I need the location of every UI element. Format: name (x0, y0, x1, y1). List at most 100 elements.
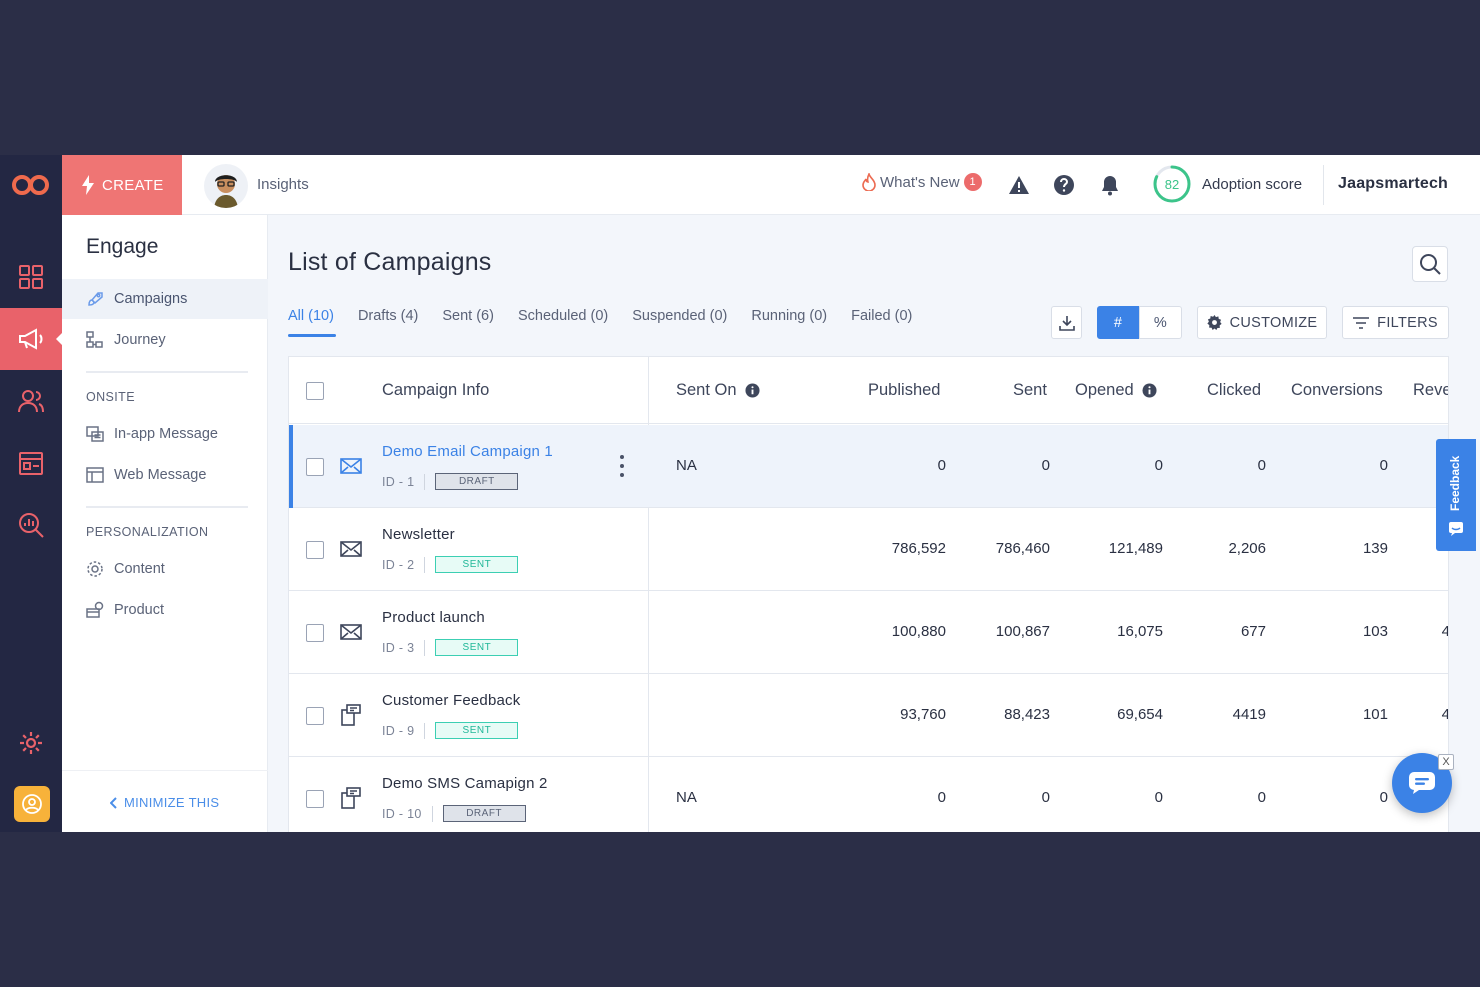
header-campaign-info[interactable]: Campaign Info (382, 381, 489, 400)
nav-item-web-message[interactable]: Web Message (62, 455, 268, 495)
notification-bell-icon[interactable] (1098, 173, 1122, 197)
cell-sent-on: NA (676, 789, 697, 806)
nav-item-label: In-app Message (114, 426, 218, 442)
header-label: Campaign Info (382, 381, 490, 399)
campaign-name[interactable]: Demo SMS Camapign 2 (382, 775, 548, 792)
percent-view-toggle[interactable]: % (1139, 306, 1182, 339)
product-box-icon (86, 601, 104, 618)
header-clicked[interactable]: Clicked (1207, 381, 1261, 400)
engage-nav-panel: Engage Campaigns Journey ONSITE In-app M… (62, 215, 268, 832)
adoption-score-ring[interactable]: 82 (1152, 164, 1192, 204)
filters-label: FILTERS (1377, 314, 1438, 331)
download-button[interactable] (1051, 306, 1082, 339)
chat-close-button[interactable]: X (1438, 754, 1454, 770)
table-row[interactable]: Newsletter ID - 2 SENT 786,592 786,460 1… (289, 508, 1448, 591)
help-question-icon[interactable] (1052, 173, 1076, 197)
tab-running[interactable]: Running (0) (751, 307, 827, 337)
tab-sent[interactable]: Sent (6) (442, 307, 494, 337)
customize-label: CUSTOMIZE (1229, 314, 1318, 331)
table-row[interactable]: Product launch ID - 3 SENT 100,880 100,8… (289, 591, 1448, 674)
campaign-name[interactable]: Product launch (382, 609, 485, 626)
brand-logo-icon[interactable] (0, 155, 62, 215)
alert-warning-icon[interactable] (1007, 173, 1031, 197)
tab-scheduled[interactable]: Scheduled (0) (518, 307, 608, 337)
users-icon[interactable] (0, 370, 62, 432)
campaign-name[interactable]: Newsletter (382, 526, 455, 543)
row-more-options-icon[interactable] (619, 455, 625, 477)
dashboard-icon[interactable] (0, 246, 62, 308)
search-button[interactable] (1412, 246, 1448, 282)
cell-published: 100,880 (891, 623, 946, 640)
info-icon (1142, 383, 1157, 398)
cell-conversions: 0 (1379, 789, 1388, 806)
header-opened[interactable]: Opened (1075, 381, 1157, 400)
table-row[interactable]: Demo Email Campaign 1 ID - 1 DRAFT NA 0 … (289, 425, 1448, 508)
header-sent[interactable]: Sent (1013, 381, 1047, 400)
nav-item-journey[interactable]: Journey (62, 320, 268, 360)
app-window: CREATE Insights What's New 1 82 Adoption… (0, 155, 1480, 832)
count-view-toggle[interactable]: # (1097, 306, 1139, 339)
header-label: Sent On (676, 381, 737, 399)
chat-window-icon (86, 426, 104, 442)
gear-content-icon (87, 561, 103, 577)
header-label: Clicked (1207, 381, 1262, 399)
settings-gear-icon[interactable] (0, 712, 62, 774)
tab-drafts[interactable]: Drafts (4) (358, 307, 418, 337)
table-row[interactable]: Customer Feedback ID - 9 SENT 93,760 88,… (289, 674, 1448, 757)
header-published[interactable]: Published (868, 381, 940, 400)
campaign-name-link[interactable]: Demo Email Campaign 1 (382, 443, 553, 460)
header-conversions[interactable]: Conversions (1291, 381, 1383, 400)
feedback-chat-icon (1449, 522, 1463, 536)
row-checkbox[interactable] (306, 790, 324, 808)
header-sent-on[interactable]: Sent On (676, 381, 760, 400)
tab-failed[interactable]: Failed (0) (851, 307, 912, 337)
flow-icon (86, 331, 103, 348)
minimize-nav-button[interactable]: MINIMIZE THIS (110, 795, 219, 810)
row-checkbox[interactable] (306, 458, 324, 476)
nav-title: Engage (86, 235, 159, 258)
row-checkbox[interactable] (306, 707, 324, 725)
tab-all[interactable]: All (10) (288, 307, 336, 337)
email-channel-icon (339, 454, 363, 478)
insights-link[interactable]: Insights (257, 176, 309, 193)
nav-separator (86, 506, 248, 508)
campaign-name[interactable]: Customer Feedback (382, 692, 520, 709)
header-revenue[interactable]: Reve (1413, 381, 1448, 400)
cell-opened: 121,489 (1108, 540, 1163, 557)
email-channel-icon (339, 620, 363, 644)
organization-name[interactable]: Jaapsmartech (1338, 175, 1448, 193)
cell-clicked: 677 (1240, 623, 1266, 640)
search-icon (1420, 254, 1441, 275)
nav-item-content[interactable]: Content (62, 549, 268, 589)
create-button[interactable]: CREATE (62, 155, 182, 215)
whats-new-button[interactable]: What's New 1 (862, 173, 982, 191)
nav-item-product[interactable]: Product (62, 590, 268, 630)
whats-new-label: What's New (880, 173, 960, 191)
status-badge: DRAFT (442, 805, 526, 822)
filters-button[interactable]: FILTERS (1342, 306, 1449, 339)
cell-sent-on: NA (676, 457, 697, 474)
table-header: Campaign Info Sent On Published Sent Ope… (289, 357, 1448, 424)
engage-megaphone-icon[interactable] (0, 308, 63, 370)
cell-published: 0 (937, 789, 946, 806)
feedback-tab[interactable]: Feedback (1436, 439, 1476, 551)
browser-window-icon (86, 467, 104, 483)
nav-item-campaigns[interactable]: Campaigns (62, 279, 268, 319)
row-checkbox[interactable] (306, 541, 324, 559)
user-avatar-icon[interactable] (14, 786, 50, 822)
main-content: List of Campaigns All (10) Drafts (4) Se… (268, 215, 1480, 832)
nav-item-in-app-message[interactable]: In-app Message (62, 414, 268, 454)
status-badge: SENT (435, 722, 519, 739)
cell-clicked: 4419 (1232, 706, 1266, 723)
nav-item-label: Content (114, 561, 165, 577)
insights-avatar-icon[interactable] (204, 164, 248, 208)
tab-suspended[interactable]: Suspended (0) (632, 307, 727, 337)
table-row[interactable]: Demo SMS Camapign 2 ID - 10 DRAFT NA 0 0… (289, 757, 1448, 832)
analytics-search-icon[interactable] (0, 494, 62, 556)
cell-conversions: 0 (1379, 457, 1388, 474)
calendar-icon[interactable] (0, 432, 62, 494)
customize-button[interactable]: CUSTOMIZE (1197, 306, 1327, 339)
campaign-id: ID - 1 DRAFT (382, 473, 519, 490)
select-all-checkbox[interactable] (306, 382, 324, 400)
row-checkbox[interactable] (306, 624, 324, 642)
